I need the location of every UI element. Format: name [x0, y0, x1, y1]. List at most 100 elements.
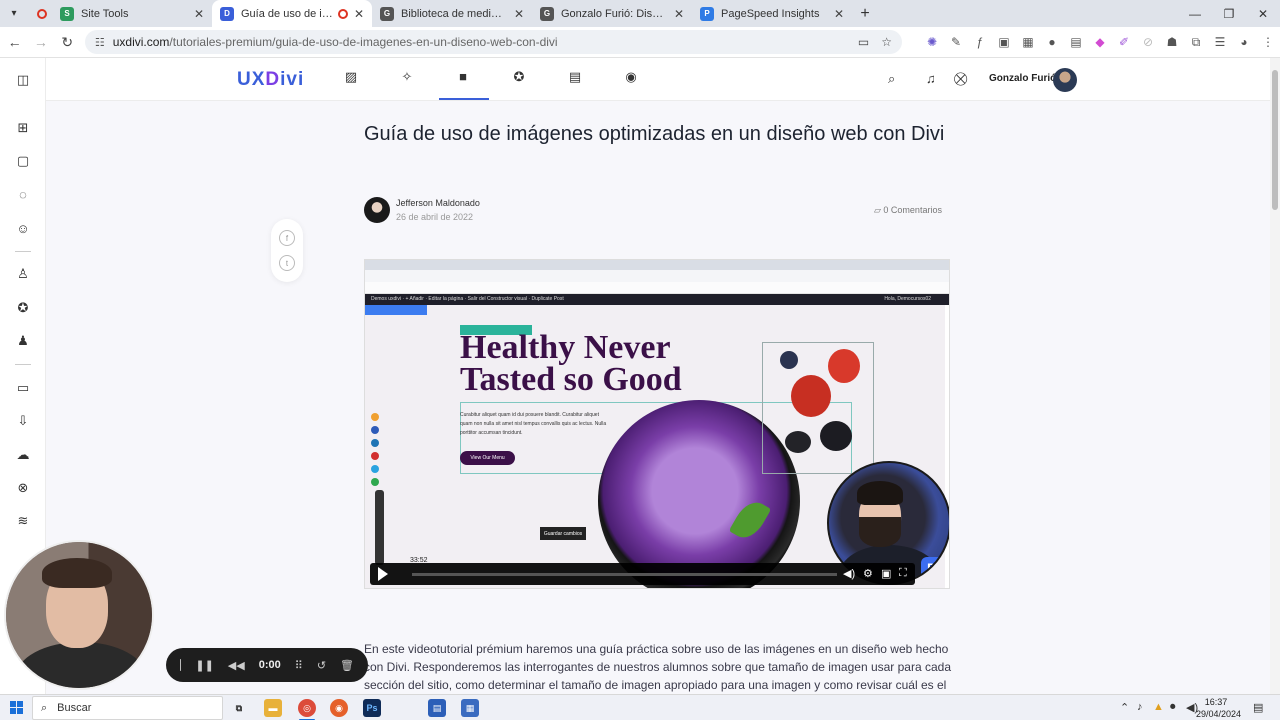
video-player[interactable]: Demos uxdivi · + Añadir · Editar la pági… [364, 259, 950, 589]
extension-circle-icon[interactable]: ● [1040, 35, 1064, 49]
extension-window-icon[interactable]: ▣ [992, 35, 1016, 49]
cast-icon[interactable]: ▭ [858, 35, 869, 49]
sidebar-person-icon[interactable]: ♟ [13, 331, 33, 351]
sidebar-group-icon[interactable]: ☺ [13, 218, 33, 238]
sidebar-user-icon[interactable]: ♙ [13, 264, 33, 284]
app-window-icon[interactable]: ▤ [428, 699, 446, 717]
browser-menu-icon[interactable]: ⋮ [1256, 35, 1280, 49]
url-input[interactable]: ☷ uxdivi.com/tutoriales-premium/guia-de-… [84, 30, 903, 54]
close-tab-icon[interactable]: ✕ [674, 7, 684, 21]
tab-title: Biblioteca de medios < Diseñador web [401, 7, 508, 20]
tray-expand-icon[interactable]: ⌃ [1120, 701, 1129, 714]
restart-icon[interactable]: ↺ [317, 659, 326, 672]
tab-site-tools[interactable]: S Site Tools ✕ [52, 0, 212, 27]
pause-icon[interactable]: ❚❚ [195, 659, 213, 672]
tray-mic-icon[interactable]: ♪ [1137, 701, 1143, 713]
sidebar-support-icon[interactable]: ⊗ [13, 478, 33, 498]
tab-search-icon[interactable]: ▾ [0, 0, 28, 27]
nav-award-icon[interactable]: ✪ [509, 69, 529, 85]
video-progress-bar[interactable] [412, 573, 837, 576]
author-name[interactable]: Jefferson Maldonado [396, 198, 480, 208]
extension-robot-icon[interactable]: ☗ [1160, 35, 1184, 49]
uxdivi-logo[interactable]: UXDivi [237, 69, 304, 91]
forward-icon[interactable]: → [29, 34, 52, 50]
play-icon[interactable] [378, 567, 388, 581]
reading-list-icon[interactable]: ☰ [1208, 35, 1232, 49]
nav-video-icon[interactable]: ■ [453, 69, 473, 84]
restore-icon[interactable]: ❐ [1212, 0, 1246, 27]
page-scrollbar[interactable] [1270, 58, 1280, 694]
taskbar-clock[interactable]: 16:37 29/04/2024 [1196, 696, 1241, 720]
extension-m-icon[interactable]: ▦ [1016, 35, 1040, 49]
nav-dashboard-icon[interactable]: ▨ [341, 69, 361, 85]
photoshop-icon[interactable]: Ps [363, 699, 381, 717]
site-info-icon[interactable]: ☷ [95, 36, 105, 49]
recorder-webcam[interactable] [4, 540, 154, 690]
settings-gear-icon[interactable]: ⚙ [863, 567, 873, 580]
tab-guia-imagenes[interactable]: D Guía de uso de imágenes optimizadas ✕ [212, 0, 372, 27]
tray-app-icon[interactable]: ▲ [1153, 701, 1164, 713]
cart-icon[interactable]: ⛒ [954, 71, 967, 87]
nav-docs-icon[interactable]: ▤ [565, 69, 585, 85]
nav-live-icon[interactable]: ◉ [621, 69, 641, 85]
minimize-icon[interactable]: — [1178, 0, 1212, 27]
windows-start-icon[interactable] [10, 701, 23, 714]
chrome-icon[interactable]: ◎ [298, 699, 316, 717]
sidebar-layers-icon[interactable]: ≋ [13, 511, 33, 531]
drag-handle-icon[interactable]: ⠿ [295, 659, 303, 672]
extension-chart-icon[interactable]: ▤ [1064, 35, 1088, 49]
tab-pagespeed[interactable]: P PageSpeed Insights ✕ [692, 0, 852, 27]
fullscreen-icon[interactable]: ⛶ [899, 567, 907, 580]
tab-biblioteca-medios[interactable]: G Biblioteca de medios < Diseñador web ✕ [372, 0, 532, 27]
extension-f-icon[interactable]: ƒ [968, 35, 992, 49]
calculator-icon[interactable]: ▦ [461, 699, 479, 717]
tab-gonzalo-furio[interactable]: G Gonzalo Furió: Diseñador web ✕ [532, 0, 692, 27]
extensions-puzzle-icon[interactable]: ⧉ [1184, 35, 1208, 50]
profile-avatar-icon[interactable]: ◕ [1232, 35, 1256, 49]
sidebar-screen-icon[interactable]: ▭ [13, 378, 33, 398]
back-icon[interactable]: ← [3, 34, 26, 50]
sidebar-new-icon[interactable]: ⊞ [13, 118, 33, 138]
sidebar-toggle-icon[interactable]: ◫ [13, 70, 33, 90]
scrollbar-thumb[interactable] [1272, 70, 1278, 210]
sidebar-chat-icon[interactable]: ▢ [13, 151, 33, 171]
facebook-share-icon[interactable]: f [279, 230, 295, 246]
close-tab-icon[interactable]: ✕ [834, 7, 844, 21]
close-tab-icon[interactable]: ✕ [354, 7, 364, 21]
volume-icon[interactable]: ◀) [843, 567, 855, 580]
user-name[interactable]: Gonzalo Furió [989, 73, 1056, 84]
extension-pen-icon[interactable]: ✎ [944, 35, 968, 49]
rewind-icon[interactable]: ◀◀ [228, 659, 245, 672]
taskbar-search-input[interactable]: ⌕ Buscar [32, 696, 223, 720]
user-avatar[interactable] [1053, 68, 1077, 92]
new-tab-button[interactable]: + [852, 5, 878, 23]
tab-recording[interactable] [28, 0, 52, 27]
firefox-icon[interactable]: ◉ [330, 699, 348, 717]
task-view-icon[interactable]: ⧉ [230, 699, 248, 717]
sidebar-download-icon[interactable]: ⇩ [13, 411, 33, 431]
twitter-share-icon[interactable]: t [279, 255, 295, 271]
extension-gear-icon[interactable]: ✺ [920, 35, 944, 49]
extension-brush-icon[interactable]: ✐ [1112, 35, 1136, 49]
close-tab-icon[interactable]: ✕ [514, 7, 524, 21]
close-window-icon[interactable]: ✕ [1246, 0, 1280, 27]
notifications-bell-icon[interactable]: ♫ [926, 71, 936, 86]
search-icon[interactable]: ⌕ [888, 71, 895, 87]
sidebar-badge-icon[interactable]: ✪ [13, 298, 33, 318]
delete-icon[interactable]: 🗑 [340, 659, 354, 672]
close-tab-icon[interactable]: ✕ [194, 7, 204, 21]
extension-disabled-icon[interactable]: ⊘ [1136, 35, 1160, 49]
address-bar: ← → ↻ ☷ uxdivi.com/tutoriales-premium/gu… [0, 27, 1280, 58]
tray-microphone-icon[interactable]: ⏺ [1170, 701, 1176, 714]
miniplayer-icon[interactable]: ▣ [881, 567, 891, 580]
bookmark-star-icon[interactable]: ☆ [881, 35, 892, 49]
sidebar-cloud-icon[interactable]: ☁ [13, 445, 33, 465]
sidebar-messages-icon[interactable]: ◌ [13, 184, 33, 204]
extension-color-icon[interactable]: ◆ [1088, 35, 1112, 49]
file-explorer-icon[interactable]: ▬ [264, 699, 282, 717]
nav-courses-icon[interactable]: ✧ [397, 69, 417, 85]
comments-link[interactable]: ▱ 0 Comentarios [874, 205, 942, 216]
notifications-icon[interactable]: ▤ [1253, 701, 1263, 714]
reload-icon[interactable]: ↻ [56, 34, 79, 51]
stop-recording-icon[interactable] [180, 659, 182, 671]
